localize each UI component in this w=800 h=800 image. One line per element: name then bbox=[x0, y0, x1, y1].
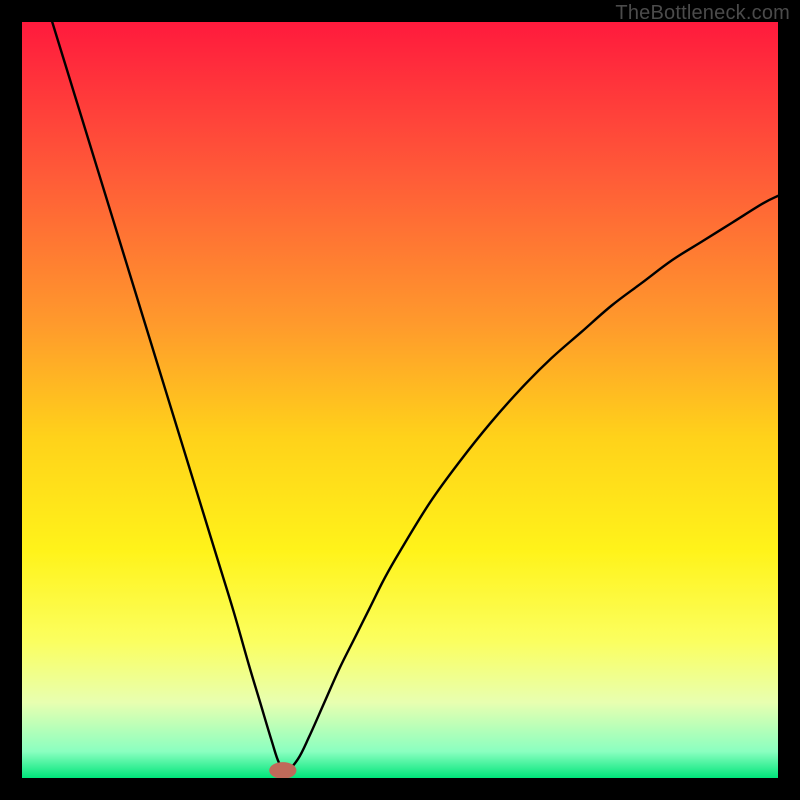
chart-svg bbox=[22, 22, 778, 778]
watermark-text: TheBottleneck.com bbox=[615, 2, 790, 25]
chart-background bbox=[22, 22, 778, 778]
chart-plot-area bbox=[22, 22, 778, 778]
chart-frame: TheBottleneck.com bbox=[0, 0, 800, 800]
min-marker bbox=[269, 762, 296, 778]
